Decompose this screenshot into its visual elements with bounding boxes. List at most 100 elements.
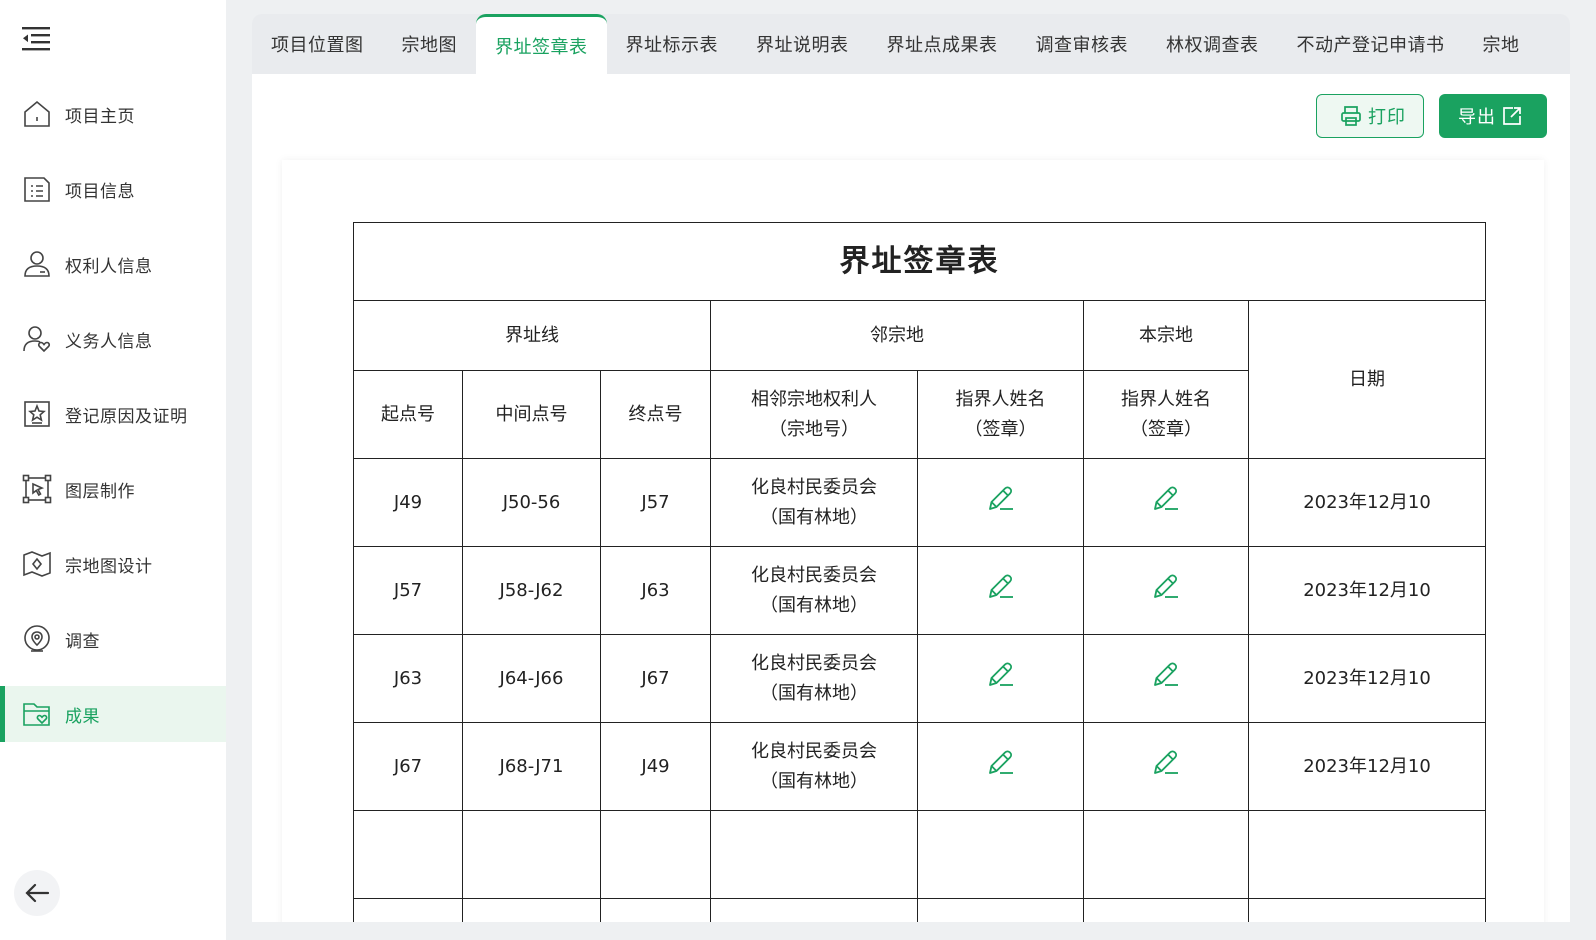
sign-pen-icon[interactable] — [1150, 570, 1182, 602]
boundary-signature-table: 界址签章表 界址线 邻宗地 本宗地 日期 起点号 中间点号 终点号 相邻宗地权利… — [353, 222, 1486, 922]
cell-own-sign — [1083, 546, 1249, 635]
sidebar-item-label: 宗地图设计 — [65, 556, 153, 577]
cell-end — [600, 810, 711, 899]
header-line: 指界人姓名 — [1121, 388, 1211, 410]
owner-parcel: （国有林地） — [760, 682, 868, 704]
header-middle-point: 中间点号 — [462, 370, 601, 459]
cell-own-sign — [1083, 634, 1249, 723]
location-pin-icon — [22, 624, 52, 654]
cell-own-sign — [1083, 810, 1249, 899]
table-row: J63 J64-J66 J67 化良村民委员会 （国有林地） 2023年12月10 — [353, 634, 1486, 723]
export-button[interactable]: 导出 — [1439, 94, 1547, 138]
sidebar-item-label: 项目主页 — [65, 106, 135, 127]
sign-pen-icon[interactable] — [985, 746, 1017, 778]
header-line: （签章） — [1130, 418, 1202, 440]
sidebar-item-survey[interactable]: 调查 — [0, 611, 226, 667]
cell-own-sign — [1083, 458, 1249, 547]
tab-survey-review-table[interactable]: 调查审核表 — [1017, 14, 1148, 74]
header-line: （宗地号） — [769, 418, 859, 440]
owner-name: 化良村民委员会 — [751, 652, 877, 674]
sidebar-item-parcel-map-design[interactable]: 宗地图设计 — [0, 536, 226, 592]
owner-parcel: （国有林地） — [760, 770, 868, 792]
sidebar-item-project-home[interactable]: 项目主页 — [0, 86, 226, 142]
sign-pen-icon[interactable] — [985, 570, 1017, 602]
sidebar: 项目主页 项目信息 权利人信息 义务人信息 登记原因及证明 图层制作 宗地图设计… — [0, 0, 226, 940]
cell-date — [1248, 898, 1486, 922]
print-button[interactable]: 打印 — [1316, 94, 1424, 138]
document-sheet: 界址签章表 界址线 邻宗地 本宗地 日期 起点号 中间点号 终点号 相邻宗地权利… — [282, 160, 1544, 922]
cell-end: J63 — [600, 546, 711, 635]
tab-boundary-signature-table[interactable]: 界址签章表 — [476, 14, 607, 74]
sign-pen-icon[interactable] — [985, 658, 1017, 690]
header-end-point: 终点号 — [600, 370, 711, 459]
menu-collapse-icon[interactable] — [22, 26, 52, 52]
cell-start: J67 — [353, 722, 463, 811]
sidebar-nav: 项目主页 项目信息 权利人信息 义务人信息 登记原因及证明 图层制作 宗地图设计… — [0, 86, 226, 761]
header-neighbor-parcel: 邻宗地 — [710, 300, 1084, 371]
tab-project-location-map[interactable]: 项目位置图 — [252, 14, 383, 74]
table-row — [353, 898, 1486, 922]
cell-middle — [462, 898, 601, 922]
tab-boundary-description-table[interactable]: 界址说明表 — [737, 14, 868, 74]
cell-own-sign — [1083, 898, 1249, 922]
cell-owner: 化良村民委员会 （国有林地） — [710, 634, 918, 723]
owner-name: 化良村民委员会 — [751, 740, 877, 762]
cell-end: J49 — [600, 722, 711, 811]
header-own-parcel: 本宗地 — [1083, 300, 1249, 371]
sidebar-item-label: 调查 — [65, 631, 100, 652]
cell-neighbor-sign — [917, 722, 1084, 811]
cell-owner — [710, 810, 918, 899]
back-button[interactable] — [14, 870, 60, 916]
star-badge-icon — [22, 399, 52, 429]
cell-neighbor-sign — [917, 634, 1084, 723]
header-line: 指界人姓名 — [955, 388, 1046, 410]
tab-real-estate-application[interactable]: 不动产登记申请书 — [1278, 14, 1464, 74]
sidebar-item-results[interactable]: 成果 — [0, 686, 226, 742]
tab-boundary-point-results[interactable]: 界址点成果表 — [868, 14, 1017, 74]
cell-end: J57 — [600, 458, 711, 547]
sign-pen-icon[interactable] — [985, 482, 1017, 514]
sign-pen-icon[interactable] — [1150, 746, 1182, 778]
tab-boundary-marking-table[interactable]: 界址标示表 — [607, 14, 738, 74]
header-boundary-line: 界址线 — [353, 300, 711, 371]
home-icon — [22, 99, 52, 129]
folder-heart-icon — [22, 699, 52, 729]
cell-middle — [462, 810, 601, 899]
owner-name: 化良村民委员会 — [751, 564, 877, 586]
cell-start: J49 — [353, 458, 463, 547]
cell-start — [353, 810, 463, 899]
sidebar-item-label: 义务人信息 — [65, 331, 153, 352]
main-panel: 打印 导出 界址签章表 界址线 邻宗地 本宗地 日期 起点号 中间点号 终点号 … — [252, 74, 1570, 922]
cell-neighbor-sign — [917, 546, 1084, 635]
owner-name: 化良村民委员会 — [751, 476, 877, 498]
header-neighbor-signer: 指界人姓名 （签章） — [917, 370, 1084, 459]
cell-neighbor-sign — [917, 810, 1084, 899]
sidebar-item-registration-reason[interactable]: 登记原因及证明 — [0, 386, 226, 442]
cursor-frame-icon — [22, 474, 52, 504]
print-label: 打印 — [1368, 107, 1406, 128]
tab-forest-right-survey[interactable]: 林权调查表 — [1147, 14, 1278, 74]
header-start-point: 起点号 — [353, 370, 463, 459]
sidebar-item-project-info[interactable]: 项目信息 — [0, 161, 226, 217]
cell-middle: J50-56 — [462, 458, 601, 547]
header-line: 相邻宗地权利人 — [751, 388, 877, 410]
sidebar-item-layer-making[interactable]: 图层制作 — [0, 461, 226, 517]
arrow-left-icon — [25, 883, 50, 903]
cell-owner: 化良村民委员会 （国有林地） — [710, 458, 918, 547]
tab-parcel-map[interactable]: 宗地图 — [383, 14, 477, 74]
cell-date: 2023年12月10 — [1248, 634, 1486, 723]
sign-pen-icon[interactable] — [1150, 482, 1182, 514]
cell-owner: 化良村民委员会 （国有林地） — [710, 722, 918, 811]
sidebar-item-label: 图层制作 — [65, 481, 135, 502]
tab-parcel-truncated[interactable]: 宗地 — [1464, 14, 1539, 74]
cell-end: J67 — [600, 634, 711, 723]
sidebar-item-obligor[interactable]: 义务人信息 — [0, 311, 226, 367]
sidebar-item-right-holder[interactable]: 权利人信息 — [0, 236, 226, 292]
export-icon — [1503, 107, 1521, 125]
cell-neighbor-sign — [917, 898, 1084, 922]
header-date: 日期 — [1248, 300, 1486, 459]
table-row — [353, 810, 1486, 899]
user-card-icon — [22, 249, 52, 279]
sign-pen-icon[interactable] — [1150, 658, 1182, 690]
map-icon — [22, 549, 52, 579]
